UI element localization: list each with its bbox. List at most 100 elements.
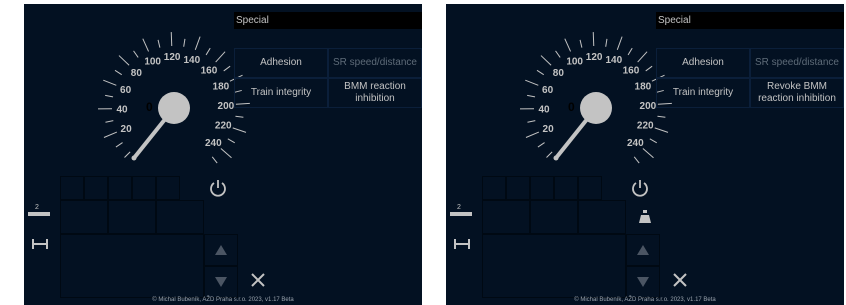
gauge-tick <box>105 94 114 98</box>
adhesion-button[interactable]: Adhesion <box>656 48 750 78</box>
menu-title: Special <box>656 12 844 29</box>
adhesion-button[interactable]: Adhesion <box>234 48 328 78</box>
gauge-tick <box>546 151 553 158</box>
gauge-tick <box>637 51 648 63</box>
gauge-label: 120 <box>164 52 181 63</box>
gauge-tick <box>205 47 211 56</box>
gauge-label: 160 <box>201 65 218 76</box>
distance-bar <box>28 212 50 216</box>
sr-speed-distance-button[interactable]: SR speed/distance <box>328 48 422 78</box>
gauge-tick <box>118 55 130 66</box>
distance-scale-label: 2 <box>35 204 39 211</box>
grid-cell <box>156 200 204 234</box>
up-arrow-icon[interactable] <box>636 244 650 256</box>
needle-tail <box>553 155 559 161</box>
down-arrow-icon[interactable] <box>636 276 650 288</box>
power-icon[interactable] <box>631 179 649 197</box>
gauge-tick <box>115 142 123 148</box>
gauge-tick <box>194 36 201 50</box>
gauge-label: 220 <box>215 121 232 132</box>
gauge-tick <box>170 32 173 47</box>
track-scale-icon[interactable] <box>32 238 48 250</box>
dmi-panel-right: Special 20 40 60 80 100 120 140 160 180 200 220 240… <box>446 4 844 305</box>
gauge-label: 20 <box>121 124 133 135</box>
copyright-footer: © Michal Bubeník, AŽD Praha s.r.o. 2023,… <box>152 297 294 303</box>
bmm-reaction-inhibition-button[interactable]: BMM reaction inhibition <box>328 78 422 108</box>
revoke-bmm-reaction-inhibition-button[interactable]: Revoke BMM reaction inhibition <box>750 78 844 108</box>
gauge-tick <box>527 94 536 98</box>
grid-cell <box>482 176 506 200</box>
gauge-label: 220 <box>637 121 654 132</box>
sr-speed-distance-button[interactable]: SR speed/distance <box>750 48 844 78</box>
train-integrity-button[interactable]: Train integrity <box>656 78 750 108</box>
down-arrow-icon[interactable] <box>214 276 228 288</box>
menu-title: Special <box>234 12 422 29</box>
gauge-tick <box>220 148 232 159</box>
gauge-label: 140 <box>606 55 623 66</box>
speedometer: 20 40 60 80100 120 140160 180 200 220 240 <box>519 32 672 164</box>
gauge-tick <box>633 156 640 164</box>
gauge-tick <box>579 39 583 48</box>
close-icon[interactable] <box>250 272 266 288</box>
grid-cell <box>554 176 578 200</box>
gauge-label: 100 <box>144 57 161 68</box>
gauge-label: 240 <box>627 138 644 149</box>
gauge-label: 200 <box>218 101 235 112</box>
dmi-panel-left: Special 20 40 60 80 100 120 140 160 180 200 220 240… <box>24 4 422 305</box>
gauge-tick <box>649 138 658 144</box>
gauge-tick <box>605 38 608 47</box>
copyright-footer: © Michal Bubeník, AŽD Praha s.r.o. 2023,… <box>574 297 716 303</box>
distance-bar <box>450 212 472 216</box>
track-scale-icon[interactable] <box>454 238 470 250</box>
grid-cell <box>108 200 156 234</box>
close-icon[interactable] <box>672 272 688 288</box>
gauge-tick <box>555 50 561 58</box>
grid-cell <box>84 176 108 200</box>
gauge-tick <box>536 69 545 76</box>
grid-cell <box>60 200 108 234</box>
gauge-tick <box>645 65 653 72</box>
grid-cell <box>108 176 132 200</box>
gauge-label: 180 <box>213 82 230 93</box>
power-icon[interactable] <box>209 179 227 197</box>
current-speed: 0 <box>568 100 575 114</box>
speedometer: 20 40 60 80100 120 140160 180 200 220 240 <box>97 32 250 164</box>
gauge-tick <box>114 69 123 76</box>
gauge-tick <box>642 148 654 159</box>
gauge-label: 20 <box>543 124 555 135</box>
train-integrity-button[interactable]: Train integrity <box>234 78 328 108</box>
gauge-label: 180 <box>635 82 652 93</box>
gauge-label: 140 <box>184 55 201 66</box>
gauge-tick <box>657 115 666 118</box>
up-arrow-icon[interactable] <box>214 244 228 256</box>
text-message-area <box>60 234 204 298</box>
grid-cell <box>578 200 626 234</box>
current-speed: 0 <box>146 100 153 114</box>
gauge-label: 160 <box>623 65 640 76</box>
gauge-tick <box>103 79 117 86</box>
gauge-tick <box>527 120 536 123</box>
needle-tail <box>131 155 137 161</box>
gauge-label: 80 <box>553 68 565 79</box>
gauge-tick <box>540 55 552 66</box>
grid-cell <box>132 176 156 200</box>
gauge-tick <box>157 39 161 48</box>
gauge-tick <box>133 50 139 58</box>
gauge-tick <box>564 38 572 52</box>
gauge-tick <box>215 51 226 63</box>
gauge-label: 60 <box>542 85 554 96</box>
gauge-tick <box>223 65 231 72</box>
gauge-tick <box>232 127 247 133</box>
gauge-tick <box>654 127 669 133</box>
gauge-label: 60 <box>120 85 132 96</box>
gauge-tick <box>124 151 131 158</box>
gauge-label: 80 <box>131 68 143 79</box>
gauge-tick <box>105 120 114 123</box>
gauge-tick <box>103 131 118 138</box>
gauge-tick <box>627 47 633 56</box>
grid-cell <box>60 176 84 200</box>
gauge-tick <box>142 38 150 52</box>
gauge-tick <box>211 156 218 164</box>
needle-hub <box>580 92 612 124</box>
gauge-label: 240 <box>205 138 222 149</box>
